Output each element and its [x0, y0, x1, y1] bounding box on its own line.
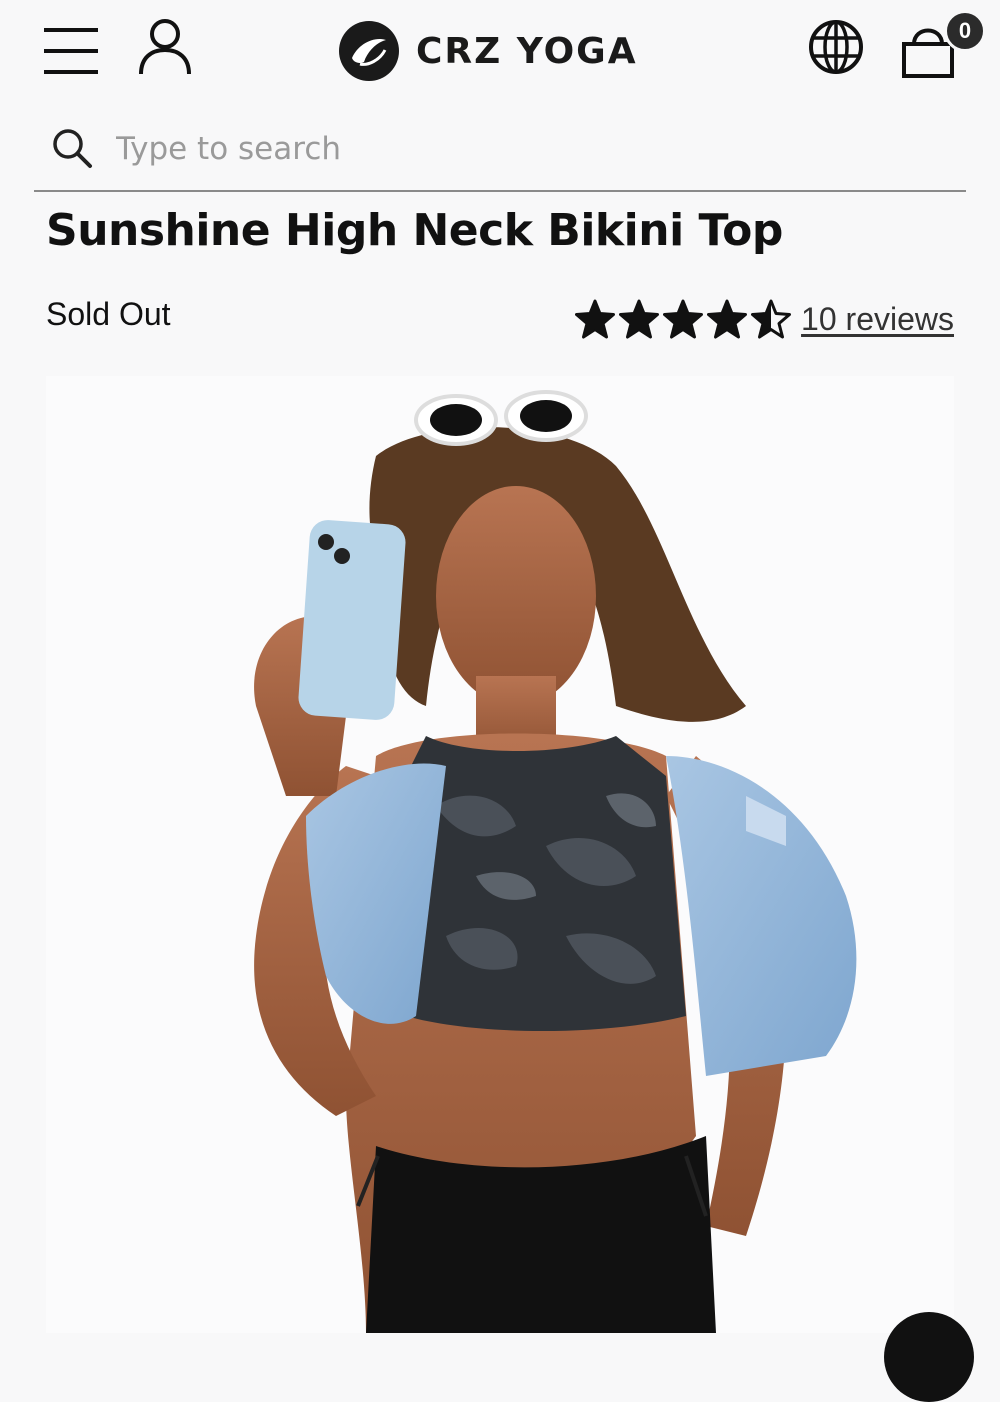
- star-full-icon: [575, 299, 616, 339]
- menu-icon: [44, 28, 98, 74]
- language-button[interactable]: [806, 18, 866, 76]
- brand-logo[interactable]: CRZ YOGA: [338, 20, 638, 82]
- account-icon: [139, 19, 191, 75]
- menu-button[interactable]: [44, 26, 100, 76]
- chat-button[interactable]: [884, 1312, 974, 1402]
- cart-count-badge: 0: [944, 10, 986, 52]
- brand-logo-icon: [339, 21, 399, 81]
- star-full-icon: [619, 299, 660, 339]
- search-icon[interactable]: [50, 126, 94, 170]
- stock-status: Sold Out: [46, 296, 171, 332]
- reviews-link[interactable]: 10 reviews: [801, 301, 954, 338]
- product-photo: [46, 376, 954, 1333]
- star-full-icon: [707, 299, 748, 339]
- product-title: Sunshine High Neck Bikini Top: [46, 205, 783, 256]
- account-button[interactable]: [136, 18, 194, 78]
- globe-icon: [809, 20, 863, 74]
- search-bar: [34, 110, 966, 192]
- site-header: CRZ YOGA 0: [0, 0, 1000, 100]
- product-rating: 10 reviews: [575, 296, 954, 342]
- cart-button[interactable]: 0: [896, 10, 988, 80]
- rating-stars: [575, 299, 795, 339]
- star-full-icon: [663, 299, 704, 339]
- search-input[interactable]: [114, 124, 938, 174]
- star-half-icon: [751, 299, 792, 339]
- product-image[interactable]: [46, 376, 954, 1333]
- brand-name: CRZ YOGA: [416, 30, 638, 72]
